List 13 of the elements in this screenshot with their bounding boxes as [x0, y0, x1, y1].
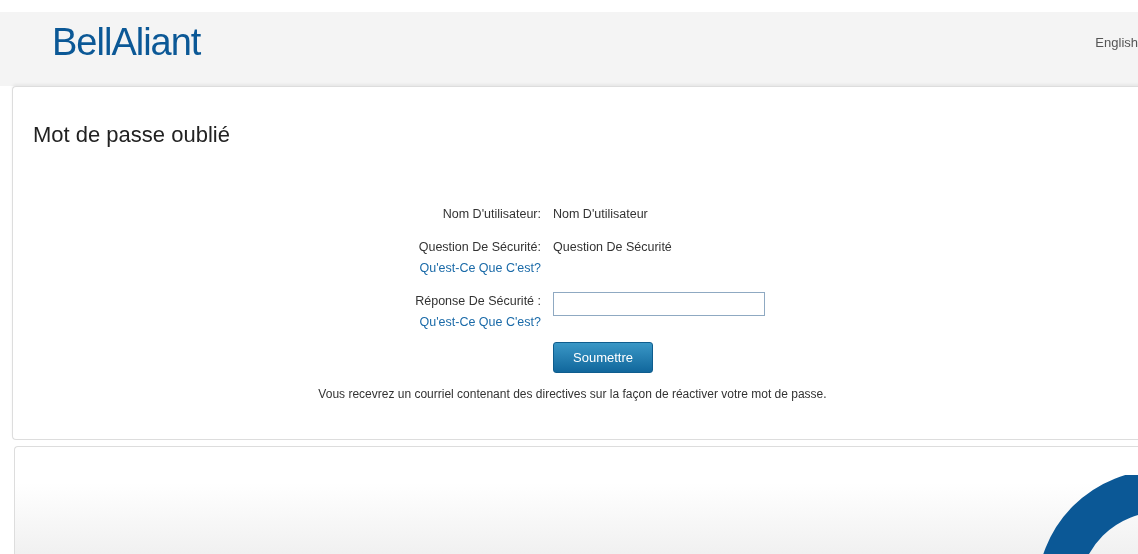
field-label: Nom D'utilisateur:: [442, 206, 541, 223]
answer-input-field[interactable]: [553, 292, 765, 316]
field-value: Nom D'utilisateur: [553, 207, 648, 221]
logo: BellAliant: [52, 20, 201, 64]
page-title: Mot de passe oublié: [33, 122, 231, 148]
field-label: Réponse De Sécurité :: [415, 293, 541, 310]
field-value: Question De Sécurité: [553, 240, 672, 254]
field-label: Question De Sécurité:: [418, 239, 541, 256]
submit-button[interactable]: Soumettre: [553, 342, 653, 373]
help-link[interactable]: Qu'est-Ce Que C'est?: [419, 258, 541, 279]
info-text: Vous recevrez un courriel contenant des directives sur la façon de réactiver votre mot de passe.: [317, 387, 828, 401]
language-link[interactable]: English: [1095, 34, 1138, 50]
help-link[interactable]: Qu'est-Ce Que C'est?: [419, 312, 541, 333]
